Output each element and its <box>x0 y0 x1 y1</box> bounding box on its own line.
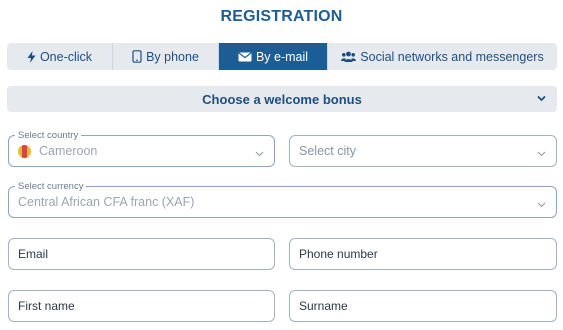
welcome-bonus-label: Choose a welcome bonus <box>202 91 362 107</box>
phone-number-placeholder: Phone number <box>299 247 378 261</box>
email-field[interactable]: Email <box>8 238 275 270</box>
phone-icon <box>132 50 142 63</box>
tab-by-phone[interactable]: By phone <box>113 43 219 70</box>
page-title: REGISTRATION <box>220 8 343 25</box>
tab-by-email[interactable]: By e-mail <box>219 43 328 70</box>
lightning-icon <box>27 50 36 63</box>
city-placeholder: Select city <box>299 144 356 158</box>
tab-one-click-label: One-click <box>39 49 93 64</box>
envelope-icon <box>238 51 252 62</box>
chevron-down-icon <box>536 92 547 107</box>
country-label: Select country <box>15 130 82 141</box>
chevron-down-icon <box>254 146 265 164</box>
tab-one-click[interactable]: One-click <box>7 43 113 70</box>
registration-tabs: One-click By phone By e-mail Social netw… <box>7 43 557 70</box>
users-icon <box>341 51 357 62</box>
currency-label: Select currency <box>15 181 87 192</box>
first-name-placeholder: First name <box>18 299 75 313</box>
welcome-bonus-dropdown[interactable]: Choose a welcome bonus <box>7 86 557 112</box>
chevron-down-icon <box>536 197 547 215</box>
cameroon-flag-icon <box>18 144 31 158</box>
first-name-field[interactable]: First name <box>8 290 275 322</box>
tab-social-networks[interactable]: Social networks and messengers <box>328 43 557 70</box>
currency-value: Central African CFA franc (XAF) <box>18 195 195 209</box>
chevron-down-icon <box>536 146 547 164</box>
phone-number-field[interactable]: Phone number <box>289 238 557 270</box>
country-select[interactable]: Select country Cameroon <box>8 130 275 167</box>
country-value: Cameroon <box>39 144 98 158</box>
email-placeholder: Email <box>18 247 49 261</box>
surname-field[interactable]: Surname <box>289 290 557 322</box>
currency-select[interactable]: Select currency Central African CFA fran… <box>8 181 557 218</box>
tab-by-phone-label: By phone <box>146 49 199 64</box>
tab-social-networks-label: Social networks and messengers <box>360 49 544 64</box>
tab-by-email-label: By e-mail <box>255 49 309 64</box>
surname-placeholder: Surname <box>299 299 348 313</box>
city-select[interactable]: Select city <box>289 135 557 167</box>
